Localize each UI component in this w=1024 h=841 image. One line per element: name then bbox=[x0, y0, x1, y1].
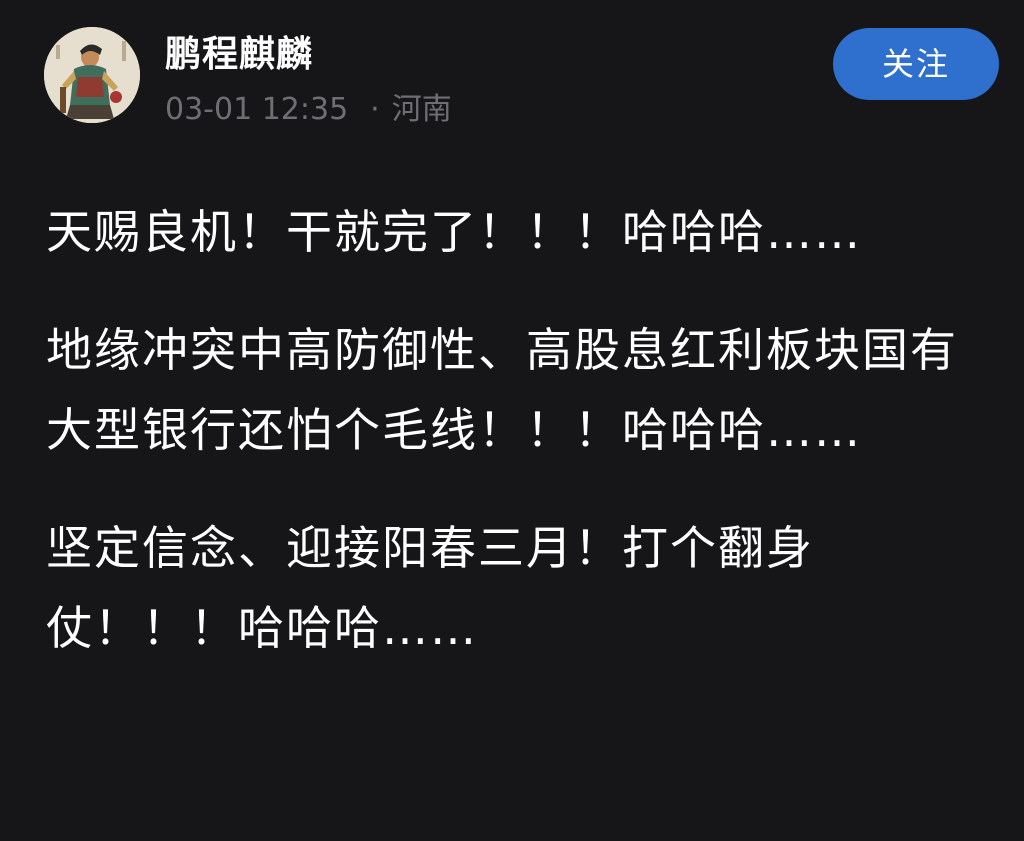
post-location: 河南 bbox=[391, 92, 452, 127]
figure-painting-avatar-icon bbox=[44, 27, 140, 123]
post-header: 鹏程麒麟 03-01 12:35 · 河南 关注 bbox=[0, 0, 1024, 150]
post-paragraph: 天赐良机！干就完了！！！哈哈哈…… bbox=[46, 205, 862, 259]
post-time: 03-01 12:35 bbox=[165, 92, 349, 127]
post-meta: 03-01 12:35 · 河南 bbox=[165, 88, 452, 132]
post-paragraph: 坚定信念、迎接阳春三月！打个翻身仗！！！哈哈哈…… bbox=[46, 521, 814, 655]
post-paragraph: 地缘冲突中高防御性、高股息红利板块国有大型银行还怕个毛线！！！哈哈哈…… bbox=[46, 323, 958, 457]
avatar[interactable] bbox=[44, 27, 140, 123]
author-name[interactable]: 鹏程麒麟 bbox=[165, 30, 313, 80]
meta-separator: · bbox=[370, 92, 380, 127]
post-body: 天赐良机！干就完了！！！哈哈哈…… 地缘冲突中高防御性、高股息红利板块国有大型银… bbox=[46, 192, 1001, 706]
follow-button[interactable]: 关注 bbox=[833, 28, 999, 100]
